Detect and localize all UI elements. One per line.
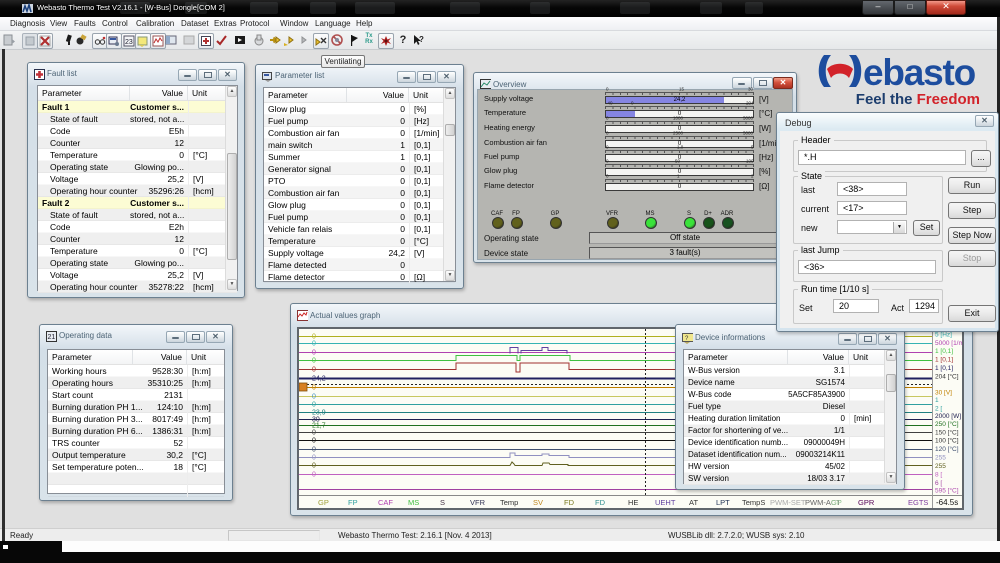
svg-text:21,7: 21,7 bbox=[312, 423, 326, 430]
svg-text:FP: FP bbox=[348, 498, 358, 507]
svg-text:-64.5s: -64.5s bbox=[936, 498, 958, 507]
svg-text:GPR: GPR bbox=[858, 498, 875, 507]
svg-text:0: 0 bbox=[312, 455, 316, 462]
svg-text:?: ? bbox=[419, 35, 424, 44]
svg-text:120 [°C]: 120 [°C] bbox=[935, 445, 959, 453]
svg-text:0: 0 bbox=[312, 430, 316, 437]
svg-text:2000 [W]: 2000 [W] bbox=[935, 413, 961, 420]
svg-text:0: 0 bbox=[312, 463, 316, 470]
svg-text:255: 255 bbox=[935, 463, 946, 470]
svg-text:5 [Hz]: 5 [Hz] bbox=[935, 331, 952, 338]
svg-text:AT: AT bbox=[689, 498, 698, 507]
svg-text:HE: HE bbox=[628, 498, 638, 507]
svg-text:250 [°C]: 250 [°C] bbox=[935, 420, 959, 428]
svg-text:GP: GP bbox=[318, 498, 329, 507]
svg-text:8 [: 8 [ bbox=[935, 472, 942, 479]
svg-text:0: 0 bbox=[312, 438, 316, 445]
svg-text:0: 0 bbox=[312, 394, 316, 401]
svg-text:0: 0 bbox=[312, 367, 316, 374]
svg-text:0: 0 bbox=[312, 358, 316, 365]
svg-text:0: 0 bbox=[312, 341, 316, 348]
svg-text:1 [0,1]: 1 [0,1] bbox=[935, 357, 953, 364]
svg-text:255: 255 bbox=[935, 455, 946, 462]
svg-text:0: 0 bbox=[312, 402, 316, 409]
svg-text:595 [°C]: 595 [°C] bbox=[935, 486, 959, 494]
svg-text:EGTS: EGTS bbox=[908, 498, 928, 507]
svg-text:FD: FD bbox=[595, 498, 606, 507]
svg-text:Temp: Temp bbox=[500, 498, 518, 507]
svg-text:GP: GP bbox=[831, 498, 842, 507]
svg-text:Feel the Freedom: Feel the Freedom bbox=[856, 91, 980, 108]
svg-text:SV: SV bbox=[533, 498, 543, 507]
svg-text:UEHT: UEHT bbox=[655, 498, 676, 507]
svg-text:VFR: VFR bbox=[470, 498, 486, 507]
svg-text:2 [: 2 [ bbox=[935, 406, 942, 413]
svg-text:LPT: LPT bbox=[716, 498, 730, 507]
svg-text:100 [°C]: 100 [°C] bbox=[935, 437, 959, 445]
svg-text:21: 21 bbox=[48, 334, 56, 341]
svg-text:24,2: 24,2 bbox=[312, 376, 326, 383]
svg-text:6 [: 6 [ bbox=[935, 480, 942, 487]
svg-text:ebasto: ebasto bbox=[863, 54, 976, 93]
svg-text:PWM-SET: PWM-SET bbox=[770, 498, 806, 507]
svg-text:23,9: 23,9 bbox=[312, 410, 326, 417]
svg-text:CAF: CAF bbox=[378, 498, 393, 507]
svg-text:5000 [1/m: 5000 [1/m bbox=[935, 340, 962, 347]
svg-text:0: 0 bbox=[312, 350, 316, 357]
svg-text:TempS: TempS bbox=[742, 498, 765, 507]
svg-text:30 [V]: 30 [V] bbox=[935, 389, 952, 396]
svg-text:1 [0,1]: 1 [0,1] bbox=[935, 348, 953, 355]
svg-text:S: S bbox=[440, 498, 445, 507]
svg-text:204 [°C]: 204 [°C] bbox=[935, 373, 959, 381]
svg-text:0: 0 bbox=[312, 385, 316, 392]
svg-text:1 [0,1]: 1 [0,1] bbox=[935, 365, 953, 372]
svg-text:23: 23 bbox=[125, 39, 133, 46]
svg-text:0: 0 bbox=[312, 472, 316, 479]
svg-text:1: 1 bbox=[935, 397, 939, 404]
svg-text:MS: MS bbox=[408, 498, 419, 507]
svg-text:0: 0 bbox=[312, 447, 316, 454]
svg-text:150 [°C]: 150 [°C] bbox=[935, 428, 959, 436]
svg-text:0: 0 bbox=[312, 334, 316, 341]
svg-text:FD: FD bbox=[564, 498, 575, 507]
